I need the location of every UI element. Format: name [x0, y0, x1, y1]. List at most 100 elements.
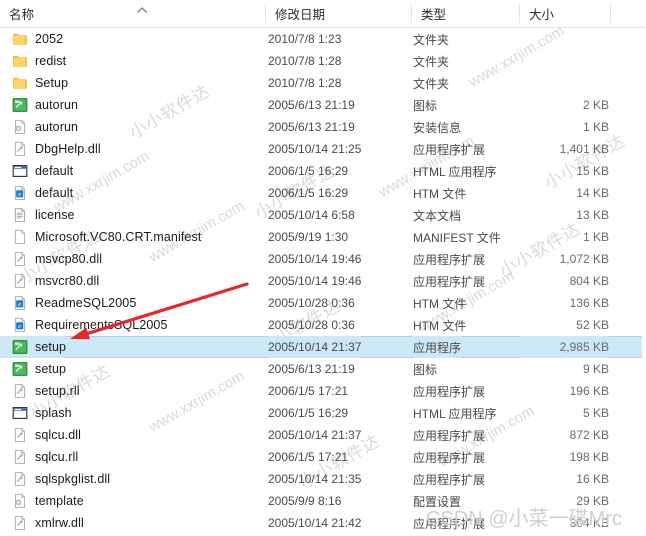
- file-name-cell[interactable]: Microsoft.VC80.CRT.manifest: [0, 226, 201, 248]
- green-app-icon: [12, 97, 28, 113]
- file-date-cell: 2006/1/5 16:29: [268, 164, 349, 178]
- file-date-cell: 2005/10/28 0:36: [268, 318, 355, 332]
- file-type-cell: 应用程序扩展: [413, 450, 486, 465]
- file-name-label: xmlrw.dll: [35, 516, 84, 530]
- file-row[interactable]: e RequirementsSQL2005 2005/10/28 0:36 HTM 文…: [0, 314, 646, 336]
- file-row[interactable]: e ReadmeSQL2005 2005/10/28 0:36 HTM 文件 136 K…: [0, 292, 646, 314]
- file-row[interactable]: sqlspkglist.dll 2005/10/14 21:35 应用程序扩展 16 …: [0, 468, 646, 490]
- file-type-cell: 图标: [413, 362, 438, 377]
- file-size-cell: 9 KB: [582, 362, 609, 376]
- file-date-cell: 2005/10/14 21:25: [268, 142, 362, 156]
- file-row[interactable]: msvcp80.dll 2005/10/14 19:46 应用程序扩展 1,072 K…: [0, 248, 646, 270]
- file-name-label: license: [35, 208, 75, 222]
- file-name-cell[interactable]: e default: [0, 182, 73, 204]
- file-row[interactable]: redist 2010/7/8 1:28 文件夹: [0, 50, 646, 72]
- file-type-cell: 文本文档: [413, 208, 462, 223]
- file-row[interactable]: default 2006/1/5 16:29 HTML 应用程序 15 KB: [0, 160, 646, 182]
- file-list[interactable]: 2052 2010/7/8 1:23 文件夹 redist 2010/7/8 1:28 文…: [0, 28, 646, 534]
- file-name-cell[interactable]: autorun: [0, 116, 78, 138]
- file-type-cell: 应用程序扩展: [413, 384, 486, 399]
- dll-icon: [12, 251, 28, 267]
- file-name-label: setup.rll: [35, 384, 80, 398]
- column-header-name[interactable]: 名称: [0, 0, 265, 27]
- column-header-bar: 名称 修改日期 类型 大小: [0, 0, 646, 28]
- csdn-watermark: CSDN @小菜一碟Mrc: [426, 508, 622, 530]
- file-name-label: default: [35, 186, 74, 200]
- file-name-label: ReadmeSQL2005: [35, 296, 137, 310]
- column-header-type-label: 类型: [421, 8, 447, 22]
- file-row[interactable]: splash 2006/1/5 16:29 HTML 应用程序 5 KB: [0, 402, 646, 424]
- file-name-cell[interactable]: splash: [0, 402, 72, 424]
- green-app-icon: [12, 361, 28, 377]
- file-row[interactable]: sqlcu.dll 2005/10/14 21:37 应用程序扩展 872 KB: [0, 424, 646, 446]
- file-name-cell[interactable]: redist: [0, 50, 66, 72]
- gear-document-icon: [12, 119, 28, 135]
- file-name-cell[interactable]: setup: [0, 358, 66, 380]
- file-name-cell[interactable]: Setup: [0, 72, 68, 94]
- file-row[interactable]: DbgHelp.dll 2005/10/14 21:25 应用程序扩展 1,401 K…: [0, 138, 646, 160]
- file-row[interactable]: license 2005/10/14 6:58 文本文档 13 KB: [0, 204, 646, 226]
- file-name-cell[interactable]: setup: [0, 336, 67, 358]
- file-date-cell: 2006/1/5 16:29: [268, 186, 349, 200]
- file-name-cell[interactable]: autorun: [0, 94, 78, 116]
- file-row[interactable]: Microsoft.VC80.CRT.manifest 2005/9/19 1:3…: [0, 226, 646, 248]
- dll-icon: [12, 141, 28, 157]
- file-name-cell[interactable]: xmlrw.dll: [0, 512, 84, 534]
- file-row[interactable]: msvcr80.dll 2005/10/14 19:46 应用程序扩展 804 KB: [0, 270, 646, 292]
- file-row[interactable]: setup.rll 2006/1/5 17:21 应用程序扩展 196 KB: [0, 380, 646, 402]
- file-name-cell[interactable]: msvcr80.dll: [0, 270, 99, 292]
- file-row[interactable]: sqlcu.rll 2006/1/5 17:21 应用程序扩展 198 KB: [0, 446, 646, 468]
- folder-icon: [12, 53, 28, 69]
- file-date-cell: 2005/10/14 21:37: [268, 336, 362, 358]
- blank-document-icon: [12, 229, 28, 245]
- file-name-label: Setup: [35, 76, 69, 90]
- column-header-size[interactable]: 大小: [520, 0, 610, 27]
- file-row[interactable]: Setup 2010/7/8 1:28 文件夹: [0, 72, 646, 94]
- file-row[interactable]: setup 2005/10/14 21:37 应用程序 2,985 KB: [0, 336, 646, 358]
- folder-icon: [12, 31, 28, 47]
- file-type-cell: HTM 文件: [413, 186, 467, 201]
- file-size-cell: [520, 50, 609, 72]
- file-name-cell[interactable]: license: [0, 204, 75, 226]
- file-name-cell[interactable]: sqlspkglist.dll: [0, 468, 110, 490]
- file-name-cell[interactable]: e RequirementsSQL2005: [0, 314, 168, 336]
- header-divider[interactable]: [610, 4, 611, 23]
- file-row[interactable]: autorun 2005/6/13 21:19 图标 2 KB: [0, 94, 646, 116]
- file-name-label: sqlcu.rll: [35, 450, 79, 464]
- file-size-cell: 14 KB: [576, 186, 609, 200]
- svg-text:e: e: [18, 191, 21, 198]
- file-name-cell[interactable]: msvcp80.dll: [0, 248, 102, 270]
- file-size-cell: 2 KB: [582, 98, 609, 112]
- edge-html-icon: e: [12, 185, 28, 201]
- file-name-cell[interactable]: default: [0, 160, 73, 182]
- file-name-cell[interactable]: template: [0, 490, 84, 512]
- file-size-cell: 872 KB: [569, 428, 609, 442]
- file-row[interactable]: 2052 2010/7/8 1:23 文件夹: [0, 28, 646, 50]
- file-name-label: sqlcu.dll: [35, 428, 82, 442]
- file-name-cell[interactable]: 2052: [0, 28, 63, 50]
- file-type-cell: HTM 文件: [413, 318, 467, 333]
- file-row[interactable]: autorun 2005/6/13 21:19 安装信息 1 KB: [0, 116, 646, 138]
- file-name-cell[interactable]: sqlcu.dll: [0, 424, 81, 446]
- file-type-cell: HTML 应用程序: [413, 406, 497, 421]
- file-name-label: RequirementsSQL2005: [35, 318, 168, 332]
- file-size-cell: 1 KB: [582, 120, 609, 134]
- file-name-label: DbgHelp.dll: [35, 142, 101, 156]
- file-type-cell: 应用程序扩展: [413, 274, 486, 289]
- file-date-cell: 2005/10/14 19:46: [268, 274, 362, 288]
- file-row[interactable]: setup 2005/6/13 21:19 图标 9 KB: [0, 358, 646, 380]
- edge-html-icon: e: [12, 317, 28, 333]
- file-row[interactable]: e default 2006/1/5 16:29 HTM 文件 14 KB: [0, 182, 646, 204]
- file-name-label: 2052: [35, 32, 64, 46]
- column-header-date[interactable]: 修改日期: [266, 0, 411, 27]
- column-header-type[interactable]: 类型: [412, 0, 519, 27]
- file-type-cell: 图标: [413, 98, 438, 113]
- file-explorer-list-view: www.xxrjim.com 小小软件达 www.xxrjim.com 小小软件…: [0, 0, 646, 536]
- file-date-cell: 2005/9/19 1:30: [268, 230, 349, 244]
- file-name-cell[interactable]: e ReadmeSQL2005: [0, 292, 136, 314]
- dll-icon: [12, 273, 28, 289]
- file-name-cell[interactable]: setup.rll: [0, 380, 80, 402]
- file-date-cell: 2010/7/8 1:28: [268, 76, 342, 90]
- file-name-cell[interactable]: sqlcu.rll: [0, 446, 78, 468]
- file-name-cell[interactable]: DbgHelp.dll: [0, 138, 101, 160]
